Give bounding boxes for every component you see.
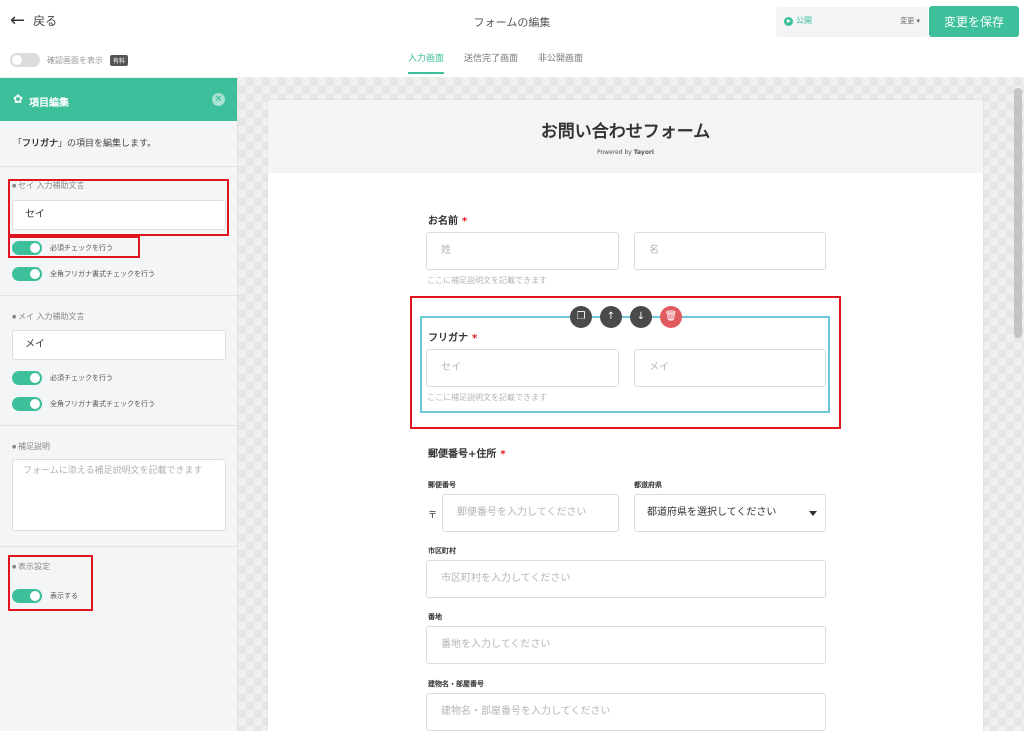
building-input[interactable]: 建物名・部屋番号を入力してください [426, 693, 826, 731]
pref-select[interactable]: 都道府県を選択してください [634, 494, 826, 532]
postal-label: 郵便番号 [428, 481, 456, 489]
name-label: お名前 * [428, 212, 467, 227]
required-mark: * [500, 449, 506, 460]
city-input[interactable]: 市区町村を入力してください [426, 560, 826, 598]
address-label-text: 郵便番号+住所 [428, 449, 497, 460]
powered-brand: Tayori [633, 149, 654, 156]
confirm-screen-toggle[interactable] [10, 53, 40, 67]
sei-kana-label: 全角フリガナ書式チェックを行う [50, 270, 155, 278]
mei-required-toggle[interactable] [12, 371, 42, 385]
mei-kana-label: 全角フリガナ書式チェックを行う [50, 400, 155, 408]
desc-field: フリガナ [22, 139, 59, 149]
gear-icon: ✿ [13, 92, 24, 106]
sub-bar: 確認画面を表示 有料 入力画面 送信完了画面 非公開画面 [0, 42, 1024, 78]
sidebar-header: ✿ 項目編集 × [0, 78, 237, 121]
mei-kana-toggle[interactable] [12, 397, 42, 411]
highlight-kana-box [410, 296, 841, 429]
desc-prefix: 「 [13, 139, 23, 149]
postal-input[interactable]: 郵便番号を入力してください [442, 494, 619, 532]
divider [0, 166, 237, 167]
name-last-input[interactable]: 姓 [426, 232, 619, 270]
required-mark: * [462, 216, 468, 227]
close-icon[interactable]: × [212, 93, 225, 106]
publish-status[interactable]: 公開 変更 ▾ [776, 7, 928, 37]
city-label: 市区町村 [428, 547, 456, 555]
supplement-label: 補足説明 [12, 441, 50, 452]
mei-required-row: 必須チェックを行う [12, 371, 113, 385]
status-change-label: 変更 [900, 17, 915, 25]
screen-tabs: 入力画面 送信完了画面 非公開画面 [408, 51, 583, 74]
sei-kana-row: 全角フリガナ書式チェックを行う [12, 267, 155, 281]
street-input[interactable]: 番地を入力してください [426, 626, 826, 664]
highlight-display-box [8, 555, 93, 611]
confirm-screen-label: 確認画面を表示 [47, 55, 103, 65]
status-change-dropdown[interactable]: 変更 ▾ [900, 16, 920, 26]
divider [0, 425, 237, 426]
status-play-icon [784, 17, 793, 26]
supplement-textarea[interactable]: フォームに添える補足説明文を記載できます [12, 459, 226, 531]
building-label: 建物名・部屋番号 [428, 680, 484, 688]
street-label: 番地 [428, 613, 442, 621]
mei-label: メイ 入力補助文言 [12, 311, 85, 322]
form-header: お問い合わせフォーム Powered by Tayori [268, 100, 983, 173]
tab-input-screen[interactable]: 入力画面 [408, 51, 445, 74]
divider [0, 546, 237, 547]
postal-mark: 〒 [428, 511, 438, 521]
desc-suffix: 」の項目を編集します。 [58, 139, 157, 149]
tab-complete-screen[interactable]: 送信完了画面 [464, 51, 518, 74]
status-label: 公開 [796, 16, 812, 25]
address-label: 郵便番号+住所 * [428, 445, 506, 460]
name-label-text: お名前 [428, 216, 458, 227]
divider [0, 295, 237, 296]
dropdown-caret-icon [809, 511, 817, 516]
highlight-sei-box [8, 179, 229, 236]
scrollbar[interactable] [1014, 88, 1022, 338]
tab-private-screen[interactable]: 非公開画面 [538, 51, 583, 74]
name-help: ここに補足説明文を記載できます [427, 276, 547, 285]
form-title: お問い合わせフォーム [540, 122, 711, 142]
top-bar: ← 戻る フォームの編集 公開 変更 ▾ 変更を保存 [0, 0, 1024, 42]
mei-kana-row: 全角フリガナ書式チェックを行う [12, 397, 155, 411]
name-first-input[interactable]: 名 [634, 232, 826, 270]
save-button[interactable]: 変更を保存 [929, 6, 1019, 37]
powered-by-text: Powered by [597, 149, 632, 156]
item-edit-sidebar: ✿ 項目編集 × 「フリガナ」の項目を編集します。 セイ 入力補助文言 セイ 必… [0, 78, 238, 731]
powered-by: Powered by Tayori [268, 149, 983, 156]
pref-label: 都道府県 [634, 481, 662, 489]
pref-select-value: 都道府県を選択してください [647, 507, 777, 518]
sei-kana-toggle[interactable] [12, 267, 42, 281]
highlight-required-box [8, 236, 140, 258]
paid-badge: 有料 [110, 54, 129, 66]
sidebar-description: 「フリガナ」の項目を編集します。 [13, 136, 156, 149]
sidebar-title: 項目編集 [29, 98, 69, 109]
mei-required-label: 必須チェックを行う [50, 374, 113, 382]
confirm-screen-row: 確認画面を表示 有料 [10, 53, 129, 67]
mei-input[interactable]: メイ [12, 330, 226, 360]
